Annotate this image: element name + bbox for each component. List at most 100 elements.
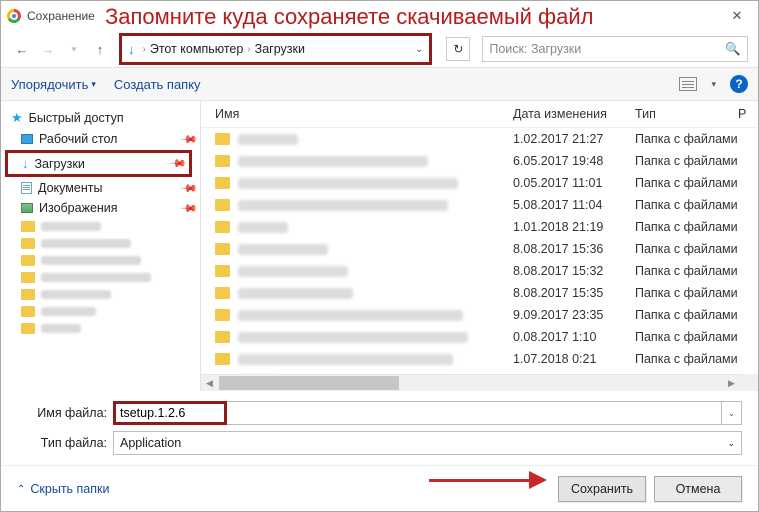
chevron-right-icon: › [143, 44, 146, 55]
column-header-type[interactable]: Тип [635, 107, 738, 121]
cell-type: Папка с файлами [635, 176, 758, 190]
search-icon: 🔍 [725, 42, 741, 57]
folder-icon [215, 331, 230, 343]
sidebar-item-pictures[interactable]: Изображения 📌 [1, 198, 200, 218]
back-button[interactable]: ← [11, 38, 33, 60]
hide-folders-toggle[interactable]: ⌃ Скрыть папки [17, 482, 109, 496]
up-button[interactable]: ↑ [89, 38, 111, 60]
download-location-icon: ↓ [128, 42, 135, 57]
cell-type: Папка с файлами [635, 330, 758, 344]
sidebar-quick-access[interactable]: ★ Быстрый доступ [1, 107, 200, 129]
filename-dropdown-icon[interactable]: ⌄ [722, 401, 742, 425]
chrome-icon [7, 9, 21, 23]
cell-date: 1.01.2018 21:19 [513, 220, 635, 234]
window-title: Сохранение [27, 9, 95, 23]
annotation-remember-location: Запомните куда сохраняете скачиваемый фа… [105, 4, 594, 30]
breadcrumb-dropdown-icon[interactable]: ⌄ [415, 44, 423, 55]
cancel-button[interactable]: Отмена [654, 476, 742, 502]
table-row[interactable]: 8.08.2017 15:36Папка с файлами [201, 238, 758, 260]
table-row[interactable]: 0.05.2017 11:01Папка с файлами [201, 172, 758, 194]
folder-icon [215, 133, 230, 145]
cell-date: 1.02.2017 21:27 [513, 132, 635, 146]
table-row[interactable]: 0.08.2017 1:10Папка с файлами [201, 326, 758, 348]
cell-date: 8.08.2017 15:35 [513, 286, 635, 300]
table-row[interactable]: 8.08.2017 15:35Папка с файлами [201, 282, 758, 304]
scroll-left-icon[interactable]: ◀ [201, 375, 218, 392]
filetype-select[interactable]: Application ⌄ [113, 431, 742, 455]
chevron-down-icon: ▾ [91, 79, 96, 90]
table-row[interactable]: 1.07.2018 0:21Папка с файлами [201, 348, 758, 370]
table-row[interactable]: 1.02.2017 21:27Папка с файлами [201, 128, 758, 150]
pin-icon: 📌 [169, 154, 188, 173]
file-list: Имя Дата изменения Тип Р 1.02.2017 21:27… [201, 101, 758, 391]
download-icon: ↓ [22, 156, 29, 171]
save-button[interactable]: Сохранить [558, 476, 646, 502]
column-header-p[interactable]: Р [738, 107, 758, 121]
table-row[interactable]: 6.05.2017 19:48Папка с файлами [201, 150, 758, 172]
star-icon: ★ [11, 110, 23, 126]
breadcrumb[interactable]: ↓ › Этот компьютер › Загрузки ⌄ [119, 33, 432, 65]
sidebar-item-blurred[interactable] [1, 252, 200, 269]
close-icon[interactable]: ✕ [722, 8, 752, 24]
refresh-button[interactable]: ↻ [446, 37, 470, 61]
sidebar-item-desktop[interactable]: Рабочий стол 📌 [1, 129, 200, 149]
folder-icon [215, 265, 230, 277]
pictures-icon [21, 203, 33, 213]
sidebar-item-blurred[interactable] [1, 286, 200, 303]
chevron-up-icon: ⌃ [17, 484, 25, 495]
forward-button[interactable]: → [37, 38, 59, 60]
cell-type: Папка с файлами [635, 352, 758, 366]
scrollbar-thumb[interactable] [219, 376, 399, 390]
sidebar-item-downloads[interactable]: ↓ Загрузки 📌 [8, 153, 189, 174]
cell-type: Папка с файлами [635, 154, 758, 168]
chevron-down-icon: ⌄ [727, 438, 735, 449]
organize-menu[interactable]: Упорядочить ▾ [11, 77, 96, 92]
cell-date: 5.08.2017 11:04 [513, 198, 635, 212]
pin-icon: 📌 [180, 179, 199, 198]
chevron-down-icon[interactable]: ▾ [711, 79, 716, 90]
help-icon[interactable]: ? [730, 75, 748, 93]
folder-icon [215, 199, 230, 211]
document-icon [21, 182, 32, 194]
cell-type: Папка с файлами [635, 242, 758, 256]
table-row[interactable]: 8.08.2017 15:32Папка с файлами [201, 260, 758, 282]
folder-icon [215, 221, 230, 233]
table-row[interactable]: 9.09.2017 23:35Папка с файлами [201, 304, 758, 326]
folder-icon [215, 287, 230, 299]
column-header-name[interactable]: Имя [215, 107, 513, 121]
table-row[interactable]: 5.08.2017 11:04Папка с файлами [201, 194, 758, 216]
table-row[interactable]: 1.01.2018 21:19Папка с файлами [201, 216, 758, 238]
column-header-date[interactable]: Дата изменения [513, 107, 635, 121]
sidebar-item-blurred[interactable] [1, 269, 200, 286]
sidebar-item-blurred[interactable] [1, 303, 200, 320]
folder-icon [215, 309, 230, 321]
search-input[interactable]: Поиск: Загрузки 🔍 [482, 36, 748, 62]
sidebar-item-blurred[interactable] [1, 218, 200, 235]
folder-icon [215, 177, 230, 189]
scroll-right-icon[interactable]: ▶ [723, 375, 740, 392]
breadcrumb-downloads[interactable]: Загрузки [255, 42, 305, 56]
chevron-right-icon: › [247, 44, 250, 55]
desktop-icon [21, 134, 33, 144]
cell-type: Папка с файлами [635, 132, 758, 146]
folder-icon [215, 155, 230, 167]
filename-input[interactable] [120, 406, 220, 420]
sidebar-item-documents[interactable]: Документы 📌 [1, 178, 200, 198]
cell-date: 8.08.2017 15:36 [513, 242, 635, 256]
cell-date: 0.08.2017 1:10 [513, 330, 635, 344]
breadcrumb-this-pc[interactable]: Этот компьютер [150, 42, 243, 56]
sidebar-item-blurred[interactable] [1, 320, 200, 337]
horizontal-scrollbar[interactable]: ◀ ▶ [201, 374, 740, 391]
annotation-arrow [429, 471, 547, 489]
navigation-sidebar: ★ Быстрый доступ Рабочий стол 📌 ↓ Загруз… [1, 101, 201, 391]
folder-icon [215, 243, 230, 255]
new-folder-button[interactable]: Создать папку [114, 77, 201, 92]
cell-type: Папка с файлами [635, 308, 758, 322]
cell-type: Папка с файлами [635, 264, 758, 278]
cell-type: Папка с файлами [635, 198, 758, 212]
cell-date: 8.08.2017 15:32 [513, 264, 635, 278]
sidebar-item-blurred[interactable] [1, 235, 200, 252]
recent-dropdown-icon[interactable]: ▾ [63, 38, 85, 60]
cell-type: Папка с файлами [635, 220, 758, 234]
view-options-icon[interactable] [679, 77, 697, 91]
